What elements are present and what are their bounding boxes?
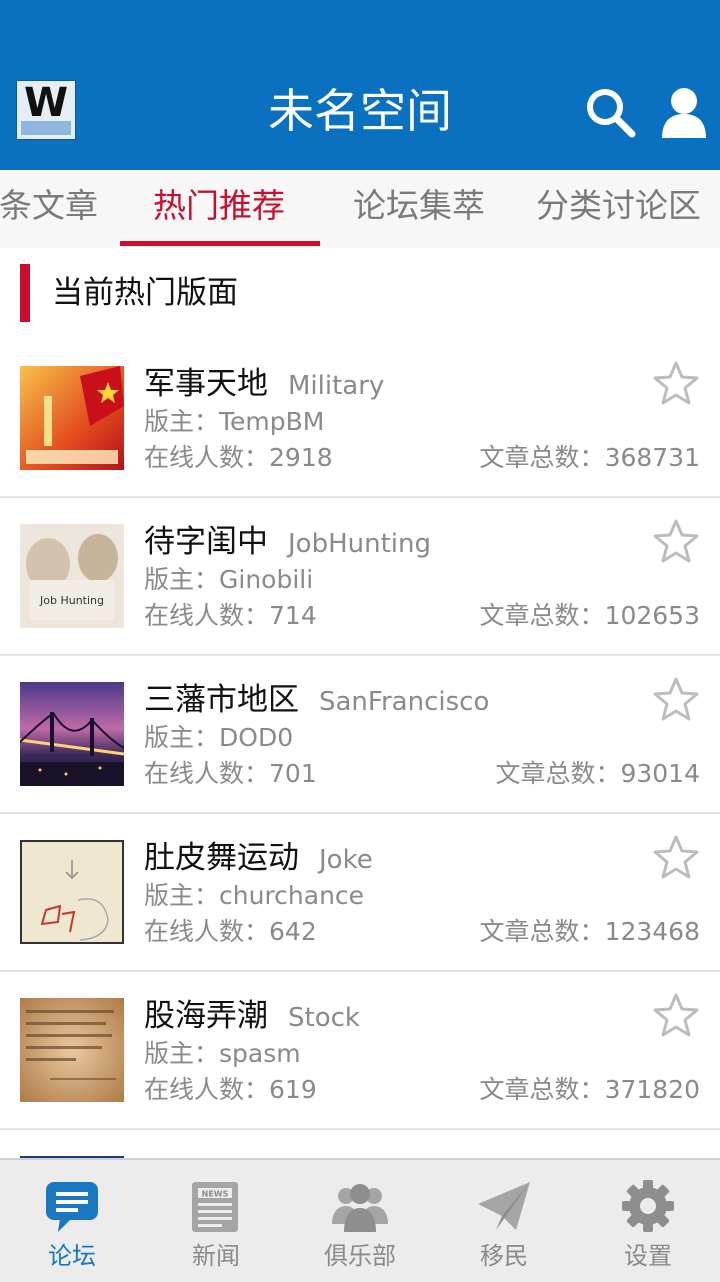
news-icon: NEWS	[192, 1182, 238, 1232]
section-header: 当前热门版面	[0, 248, 720, 342]
board-name: 股海弄潮 Stock	[144, 998, 360, 1034]
nav-label: 论坛	[48, 1242, 96, 1270]
svg-text:NEWS: NEWS	[202, 1190, 229, 1199]
user-icon[interactable]	[656, 84, 712, 140]
nav-forum[interactable]: 论坛	[0, 1160, 144, 1282]
sketch-thumb	[20, 840, 124, 944]
club-icon	[332, 1184, 388, 1232]
article-total: 文章总数：371820	[479, 1075, 700, 1104]
quote-thumb	[20, 998, 124, 1102]
nav-label: 新闻	[192, 1242, 240, 1270]
forum-icon	[46, 1182, 98, 1232]
board-name: 三藩市地区 SanFrancisco	[144, 682, 490, 718]
nav-club[interactable]: 俱乐部	[288, 1160, 432, 1282]
active-tab-indicator	[120, 241, 320, 246]
board-english-name: Joke	[319, 845, 373, 875]
board-english-name: Military	[288, 371, 385, 401]
tab-headline[interactable]: 头条文章	[0, 170, 98, 246]
paper-plane-icon	[478, 1182, 530, 1230]
section-title: 当前热门版面	[52, 275, 238, 311]
board-moderator: 版主：TempBM	[144, 407, 325, 436]
board-english-name: SanFrancisco	[319, 687, 490, 717]
svg-text:Job Hunting: Job Hunting	[39, 594, 104, 607]
board-moderator: 版主：Ginobili	[144, 565, 314, 594]
tab-forum-digest[interactable]: 论坛集萃	[353, 170, 485, 246]
bottom-nav: 论坛 NEWS 新闻 俱乐部 移民 设置	[0, 1158, 720, 1282]
board-name: 待字闺中 JobHunting	[144, 524, 431, 560]
section-accent-bar	[20, 264, 30, 322]
star-icon[interactable]	[652, 360, 700, 408]
article-total: 文章总数：93014	[495, 759, 700, 788]
gear-icon	[622, 1180, 674, 1232]
online-count: 在线人数：642	[144, 917, 317, 946]
app-header: W 未名空间	[0, 0, 720, 170]
board-row[interactable]: 军事天地 Military 版主：TempBM 在线人数：2918 文章总数：36…	[0, 340, 720, 498]
board-english-name: JobHunting	[288, 529, 431, 559]
tab-category[interactable]: 分类讨论区	[536, 170, 701, 246]
board-name: 肚皮舞运动 Joke	[144, 840, 373, 876]
search-icon[interactable]	[582, 84, 638, 140]
nav-label: 移民	[480, 1242, 528, 1270]
board-moderator: 版主：spasm	[144, 1039, 301, 1068]
nav-immigration[interactable]: 移民	[432, 1160, 576, 1282]
board-name: 军事天地 Military	[144, 366, 385, 402]
bridge-night-thumb	[20, 682, 124, 786]
tab-hot[interactable]: 热门推荐	[153, 170, 285, 246]
online-count: 在线人数：701	[144, 759, 317, 788]
tab-bar: 头条文章 热门推荐 论坛集萃 分类讨论区	[0, 170, 720, 250]
board-row[interactable]: 肚皮舞运动 Joke 版主：churchance 在线人数：642 文章总数：12…	[0, 814, 720, 972]
online-count: 在线人数：714	[144, 601, 317, 630]
online-count: 在线人数：2918	[144, 443, 333, 472]
nav-settings[interactable]: 设置	[576, 1160, 720, 1282]
online-count: 在线人数：619	[144, 1075, 317, 1104]
military-thumb	[20, 366, 124, 470]
board-moderator: 版主：churchance	[144, 881, 365, 910]
nav-label: 俱乐部	[324, 1242, 396, 1270]
board-moderator: 版主：DOD0	[144, 723, 294, 752]
job-hunting-thumb: Job Hunting	[20, 524, 124, 628]
article-total: 文章总数：102653	[479, 601, 700, 630]
star-icon[interactable]	[652, 676, 700, 724]
nav-label: 设置	[624, 1242, 672, 1270]
star-icon[interactable]	[652, 518, 700, 566]
board-english-name: Stock	[288, 1003, 360, 1033]
star-icon[interactable]	[652, 992, 700, 1040]
board-row[interactable]: 股海弄潮 Stock 版主：spasm 在线人数：619 文章总数：371820	[0, 972, 720, 1130]
board-row[interactable]: 三藩市地区 SanFrancisco 版主：DOD0 在线人数：701 文章总数：…	[0, 656, 720, 814]
star-icon[interactable]	[652, 834, 700, 882]
nav-news[interactable]: NEWS 新闻	[144, 1160, 288, 1282]
article-total: 文章总数：123468	[479, 917, 700, 946]
board-row[interactable]: Job Hunting 待字闺中 JobHunting 版主：Ginobili 在…	[0, 498, 720, 656]
article-total: 文章总数：368731	[479, 443, 700, 472]
